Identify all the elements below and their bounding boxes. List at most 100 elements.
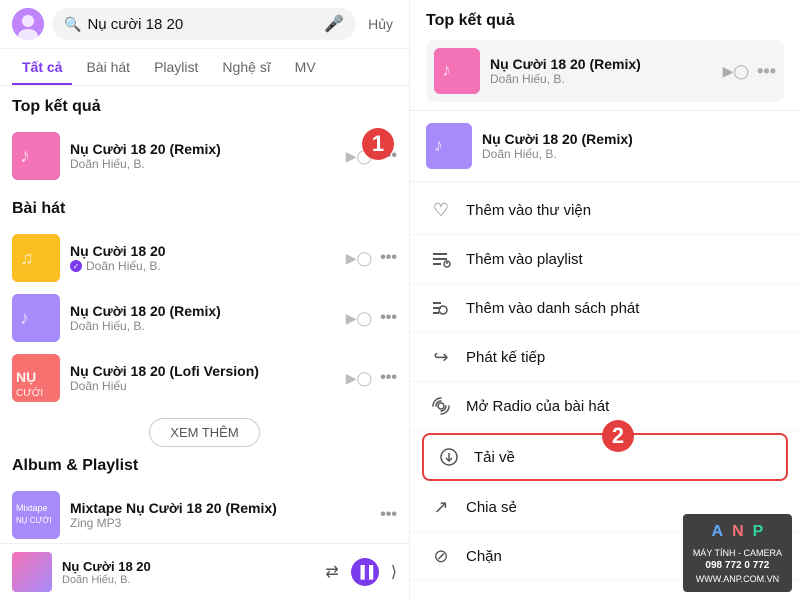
- search-container[interactable]: 🔍 🎤: [52, 8, 356, 40]
- right-more-icon[interactable]: •••: [757, 61, 776, 82]
- mic-icon[interactable]: 🎤: [324, 14, 344, 34]
- albums-title: Album & Playlist: [12, 457, 397, 475]
- top-result-thumb: ♪: [12, 132, 60, 180]
- song-thumb-1: ♪: [12, 294, 60, 342]
- menu-label-download: Tải về: [474, 449, 515, 466]
- label-number-1: 1: [362, 128, 394, 160]
- playlist-icon: [430, 248, 452, 270]
- album-actions-0: •••: [380, 506, 397, 524]
- watermark-line3: WWW.ANP.COM.VN: [693, 573, 782, 586]
- menu-add-playlist[interactable]: Thêm vào playlist: [410, 235, 800, 284]
- song-thumb-2: NỤ CƯỜI: [12, 354, 60, 402]
- top-result-item[interactable]: ♪ Nụ Cười 18 20 (Remix) Doãn Hiếu, B. ▶◯…: [12, 126, 397, 186]
- player-thumb: [12, 552, 52, 592]
- play-icon-2[interactable]: ▶◯: [346, 370, 372, 387]
- svg-text:CƯỜI: CƯỜI: [16, 386, 43, 399]
- play-button[interactable]: ▐▐: [351, 558, 379, 586]
- tab-mv[interactable]: MV: [285, 49, 326, 85]
- player-info: Nụ Cười 18 20 Doãn Hiếu, B.: [62, 559, 315, 586]
- song-actions-1: ▶◯ •••: [346, 309, 397, 327]
- top-result-title: Top kết quả: [12, 98, 397, 116]
- player-bar: Nụ Cười 18 20 Doãn Hiếu, B. ⇄ ▐▐ ⟩: [0, 543, 409, 600]
- more-icon-2[interactable]: •••: [380, 369, 397, 387]
- song-artist-2: Doãn Hiếu: [70, 379, 336, 393]
- svg-text:♪: ♪: [434, 135, 443, 155]
- menu-add-queue[interactable]: Thêm vào danh sách phát: [410, 284, 800, 333]
- next-icon[interactable]: ⟩: [391, 562, 397, 582]
- top-result-info: Nụ Cười 18 20 (Remix) Doãn Hiếu, B.: [70, 141, 336, 171]
- song-item-1[interactable]: ♪ Nụ Cười 18 20 (Remix) Doãn Hiếu, B. ▶◯…: [12, 288, 397, 348]
- song-actions-2: ▶◯ •••: [346, 369, 397, 387]
- svg-text:NỤ CƯỜI: NỤ CƯỜI: [16, 516, 51, 525]
- song-thumb-0: ♫: [12, 234, 60, 282]
- right-top-actions: ▶◯ •••: [723, 61, 776, 82]
- menu-label-queue: Thêm vào danh sách phát: [466, 300, 639, 317]
- detail-item: ♪ Nụ Cười 18 20 (Remix) Doãn Hiếu, B.: [426, 123, 784, 169]
- search-input[interactable]: [87, 16, 318, 33]
- svg-text:NỤ: NỤ: [16, 369, 36, 385]
- song-info-1: Nụ Cười 18 20 (Remix) Doãn Hiếu, B.: [70, 303, 336, 333]
- label-number-2: 2: [602, 420, 634, 452]
- menu-label-playlist: Thêm vào playlist: [466, 251, 583, 268]
- top-result-name: Nụ Cười 18 20 (Remix): [70, 141, 336, 157]
- detail-name: Nụ Cười 18 20 (Remix): [482, 131, 784, 147]
- watermark-line1: MÁY TÍNH - CAMERA: [693, 547, 782, 560]
- tabs-row: Tất cả Bài hát Playlist Nghệ sĩ MV: [0, 49, 409, 86]
- song-item-2[interactable]: NỤ CƯỜI Nụ Cười 18 20 (Lofi Version) Doã…: [12, 348, 397, 408]
- player-song: Nụ Cười 18 20: [62, 559, 315, 574]
- detail-info: Nụ Cười 18 20 (Remix) Doãn Hiếu, B.: [482, 131, 784, 161]
- play-icon-0[interactable]: ▶◯: [346, 250, 372, 267]
- tab-artist[interactable]: Nghệ sĩ: [212, 49, 280, 85]
- right-play-icon[interactable]: ▶◯: [723, 63, 749, 80]
- right-top-artist: Doãn Hiếu, B.: [490, 72, 713, 86]
- menu-label-radio: Mở Radio của bài hát: [466, 398, 609, 415]
- menu-label-library: Thêm vào thư viện: [466, 202, 591, 219]
- menu-radio[interactable]: Mở Radio của bài hát: [410, 382, 800, 431]
- album-more-0[interactable]: •••: [380, 506, 397, 524]
- anp-p: P: [750, 520, 767, 544]
- detail-artist: Doãn Hiếu, B.: [482, 147, 784, 161]
- song-name-1: Nụ Cười 18 20 (Remix): [70, 303, 336, 319]
- menu-play-next[interactable]: ↪ Phát kế tiếp: [410, 333, 800, 382]
- share-icon: ↗: [430, 496, 452, 518]
- svg-text:Mixtape: Mixtape: [16, 503, 48, 513]
- search-bar: 🔍 🎤 Hủy: [0, 0, 409, 49]
- right-panel: Top kết quả ♪ Nụ Cười 18 20 (Remix) Doãn…: [410, 0, 800, 600]
- right-title: Top kết quả: [426, 12, 784, 30]
- player-artist: Doãn Hiếu, B.: [62, 574, 315, 586]
- player-controls: ⇄ ▐▐ ⟩: [325, 558, 397, 586]
- album-artist-0: Zing MP3: [70, 516, 370, 530]
- tab-playlist[interactable]: Playlist: [144, 49, 208, 85]
- block-icon: ⊘: [430, 545, 452, 567]
- anp-logo: A N P: [693, 520, 782, 544]
- cancel-button[interactable]: Hủy: [364, 16, 397, 32]
- detail-thumb: ♪: [426, 123, 472, 169]
- search-icon: 🔍: [64, 16, 81, 33]
- heart-icon: ♡: [430, 199, 452, 221]
- menu-label-block: Chặn: [466, 548, 502, 565]
- queue-icon: [430, 297, 452, 319]
- tab-all[interactable]: Tất cả: [12, 49, 72, 85]
- song-detail: ♪ Nụ Cười 18 20 (Remix) Doãn Hiếu, B.: [410, 111, 800, 182]
- svg-text:♪: ♪: [442, 60, 451, 80]
- song-item-0[interactable]: ♫ Nụ Cười 18 20 ✓ Doãn Hiếu, B. ▶◯ •••: [12, 228, 397, 288]
- album-item-0[interactable]: Mixtape NỤ CƯỜI Mixtape Nụ Cười 18 20 (R…: [12, 485, 397, 543]
- tab-song[interactable]: Bài hát: [76, 49, 140, 85]
- see-more-button[interactable]: XEM THÊM: [149, 418, 259, 447]
- album-name-0: Mixtape Nụ Cười 18 20 (Remix): [70, 500, 370, 516]
- play-icon-1[interactable]: ▶◯: [346, 310, 372, 327]
- download-icon: [438, 446, 460, 468]
- right-top-item[interactable]: ♪ Nụ Cười 18 20 (Remix) Doãn Hiếu, B. ▶◯…: [426, 40, 784, 102]
- more-icon-1[interactable]: •••: [380, 309, 397, 327]
- more-icon-0[interactable]: •••: [380, 249, 397, 267]
- top-result-artist: Doãn Hiếu, B.: [70, 157, 336, 171]
- play-next-icon: ↪: [430, 346, 452, 368]
- avatar[interactable]: [12, 8, 44, 40]
- songs-title: Bài hát: [12, 200, 397, 218]
- song-artist-0: ✓ Doãn Hiếu, B.: [70, 259, 336, 273]
- menu-label-next: Phát kế tiếp: [466, 349, 545, 366]
- watermark-line2: 098 772 0 772: [693, 559, 782, 573]
- menu-add-library[interactable]: ♡ Thêm vào thư viện: [410, 186, 800, 235]
- song-info-0: Nụ Cười 18 20 ✓ Doãn Hiếu, B.: [70, 243, 336, 273]
- shuffle-icon[interactable]: ⇄: [325, 562, 338, 582]
